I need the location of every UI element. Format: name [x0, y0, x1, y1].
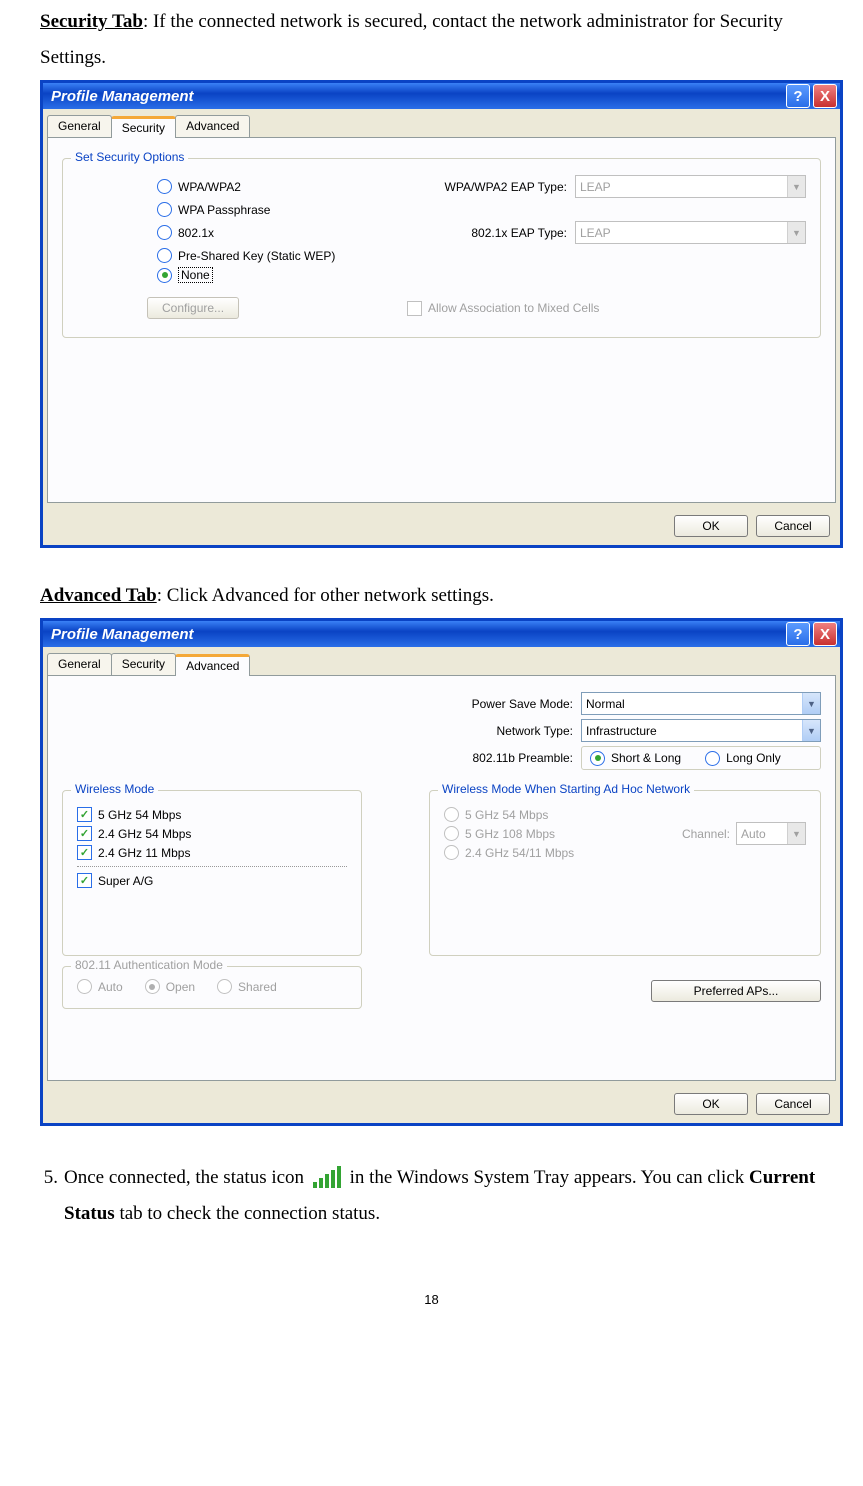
- configure-button: Configure...: [147, 297, 239, 319]
- ok-button[interactable]: OK: [674, 515, 748, 537]
- wm-super-checkbox[interactable]: [77, 873, 92, 888]
- advanced-tab-intro: Advanced Tab: Click Advanced for other n…: [40, 578, 843, 614]
- security-tab-intro: Security Tab: If the connected network i…: [40, 4, 843, 76]
- profile-mgmt-advanced-dialog: Profile Management ? X General Security …: [40, 618, 843, 1126]
- radio-ah-24: [444, 845, 459, 860]
- cancel-button[interactable]: Cancel: [756, 1093, 830, 1115]
- page-number: 18: [20, 1292, 843, 1307]
- close-icon[interactable]: X: [813, 84, 837, 108]
- radio-auth-open: [145, 979, 160, 994]
- security-options-legend: Set Security Options: [71, 150, 188, 164]
- preferred-aps-button[interactable]: Preferred APs...: [651, 980, 821, 1002]
- tab-general[interactable]: General: [47, 653, 112, 675]
- tab-advanced[interactable]: Advanced: [175, 115, 250, 137]
- wpa-eap-select: LEAP▼: [575, 175, 806, 198]
- signal-icon: [313, 1166, 341, 1188]
- wm-5ghz-54-checkbox[interactable]: [77, 807, 92, 822]
- profile-mgmt-security-dialog: Profile Management ? X General Security …: [40, 80, 843, 548]
- radio-none[interactable]: [157, 268, 172, 283]
- auth-mode-legend: 802.11 Authentication Mode: [71, 958, 227, 972]
- radio-ah-5-108: [444, 826, 459, 841]
- tab-general[interactable]: General: [47, 115, 112, 137]
- radio-ah-5-54: [444, 807, 459, 822]
- radio-auth-auto: [77, 979, 92, 994]
- step-5: 5. Once connected, the status icon in th…: [20, 1160, 843, 1232]
- network-type-select[interactable]: Infrastructure▼: [581, 719, 821, 742]
- close-icon[interactable]: X: [813, 622, 837, 646]
- radio-8021x[interactable]: [157, 225, 172, 240]
- wireless-mode-legend: Wireless Mode: [71, 782, 158, 796]
- radio-long-only[interactable]: [705, 751, 720, 766]
- radio-short-long[interactable]: [590, 751, 605, 766]
- radio-wpa-pass[interactable]: [157, 202, 172, 217]
- 8021x-eap-select: LEAP▼: [575, 221, 806, 244]
- tab-advanced[interactable]: Advanced: [175, 654, 250, 676]
- dialog-title: Profile Management: [51, 88, 194, 105]
- channel-select: Auto▼: [736, 822, 806, 845]
- ok-button[interactable]: OK: [674, 1093, 748, 1115]
- mixed-cells-checkbox: [407, 301, 422, 316]
- radio-psk[interactable]: [157, 248, 172, 263]
- adhoc-mode-legend: Wireless Mode When Starting Ad Hoc Netwo…: [438, 782, 694, 796]
- power-save-select[interactable]: Normal▼: [581, 692, 821, 715]
- radio-wpa[interactable]: [157, 179, 172, 194]
- tab-security[interactable]: Security: [111, 653, 176, 675]
- wm-24ghz-11-checkbox[interactable]: [77, 845, 92, 860]
- cancel-button[interactable]: Cancel: [756, 515, 830, 537]
- help-icon[interactable]: ?: [786, 622, 810, 646]
- radio-auth-shared: [217, 979, 232, 994]
- tab-security[interactable]: Security: [111, 116, 176, 138]
- wm-24ghz-54-checkbox[interactable]: [77, 826, 92, 841]
- dialog-title: Profile Management: [51, 626, 194, 643]
- help-icon[interactable]: ?: [786, 84, 810, 108]
